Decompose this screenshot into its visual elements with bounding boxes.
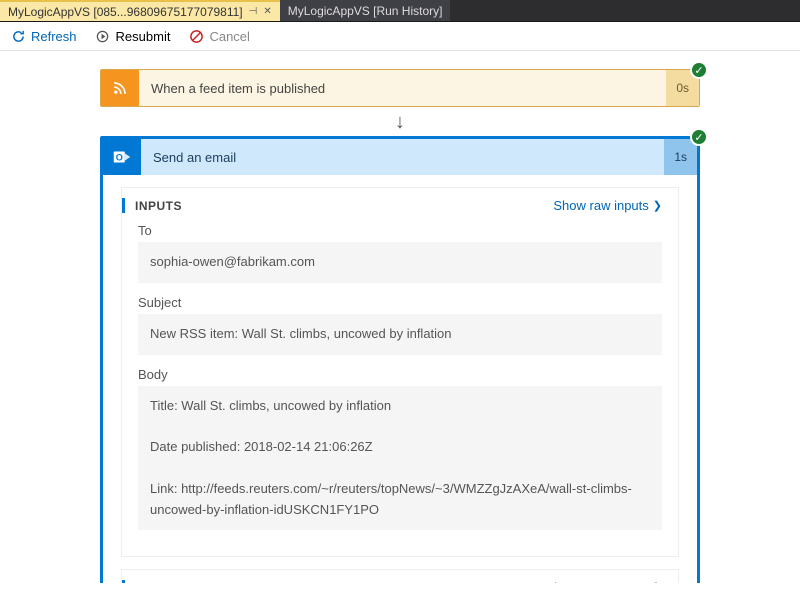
action-card-wrap: O Send an email 1s INPUTS Show raw input… <box>100 136 700 583</box>
outputs-header: OUTPUTS Show raw outputs ❯ <box>122 580 662 583</box>
subject-label: Subject <box>138 295 662 310</box>
chevron-right-icon: ❯ <box>653 581 662 583</box>
action-header[interactable]: O Send an email 1s <box>103 139 697 175</box>
chevron-right-icon: ❯ <box>653 199 662 212</box>
action-card: O Send an email 1s INPUTS Show raw input… <box>100 136 700 583</box>
rss-icon <box>101 70 139 106</box>
cancel-icon <box>188 28 204 44</box>
tab-run-history[interactable]: MyLogicAppVS [Run History] <box>280 0 451 21</box>
pin-icon[interactable]: ⊣ <box>249 6 258 17</box>
outlook-icon: O <box>103 139 141 175</box>
refresh-icon <box>10 28 26 44</box>
show-raw-outputs-label: Show raw outputs <box>545 580 648 583</box>
toolbar: Refresh Resubmit Cancel <box>0 22 800 51</box>
body-label: Body <box>138 367 662 382</box>
outputs-heading: OUTPUTS <box>135 581 196 583</box>
subject-value: New RSS item: Wall St. climbs, uncowed b… <box>138 314 662 355</box>
tab-label: MyLogicAppVS [085...96809675177079811] <box>8 5 243 19</box>
tab-run-detail[interactable]: MyLogicAppVS [085...96809675177079811] ⊣… <box>0 0 280 21</box>
inputs-heading: INPUTS <box>135 199 182 213</box>
action-duration: 1s <box>664 139 697 175</box>
tab-label: MyLogicAppVS [Run History] <box>288 4 443 18</box>
inputs-header: INPUTS Show raw inputs ❯ <box>122 198 662 213</box>
tab-strip: MyLogicAppVS [085...96809675177079811] ⊣… <box>0 0 800 22</box>
resubmit-icon <box>95 28 111 44</box>
outputs-panel: OUTPUTS Show raw outputs ❯ Status code 2… <box>121 569 679 583</box>
trigger-title: When a feed item is published <box>139 70 666 106</box>
inputs-panel: INPUTS Show raw inputs ❯ To sophia-owen@… <box>121 187 679 557</box>
success-badge-icon: ✓ <box>690 61 708 79</box>
trigger-card-wrap: When a feed item is published 0s ✓ <box>100 69 700 107</box>
refresh-button[interactable]: Refresh <box>10 28 77 44</box>
success-badge-icon: ✓ <box>690 128 708 146</box>
show-raw-outputs-link[interactable]: Show raw outputs ❯ <box>545 580 662 583</box>
refresh-label: Refresh <box>31 29 77 44</box>
cancel-label: Cancel <box>209 29 249 44</box>
to-value: sophia-owen@fabrikam.com <box>138 242 662 283</box>
body-value: Title: Wall St. climbs, uncowed by infla… <box>138 386 662 531</box>
designer-canvas: When a feed item is published 0s ✓ ↓ O S… <box>0 51 800 583</box>
resubmit-button[interactable]: Resubmit <box>95 28 171 44</box>
show-raw-inputs-label: Show raw inputs <box>553 198 648 213</box>
close-icon[interactable]: ✕ <box>263 6 271 17</box>
svg-text:O: O <box>116 153 123 163</box>
show-raw-inputs-link[interactable]: Show raw inputs ❯ <box>553 198 662 213</box>
resubmit-label: Resubmit <box>116 29 171 44</box>
cancel-button[interactable]: Cancel <box>188 28 249 44</box>
action-title: Send an email <box>141 139 664 175</box>
to-label: To <box>138 223 662 238</box>
trigger-card[interactable]: When a feed item is published 0s <box>100 69 700 107</box>
arrow-down-icon: ↓ <box>40 111 760 134</box>
